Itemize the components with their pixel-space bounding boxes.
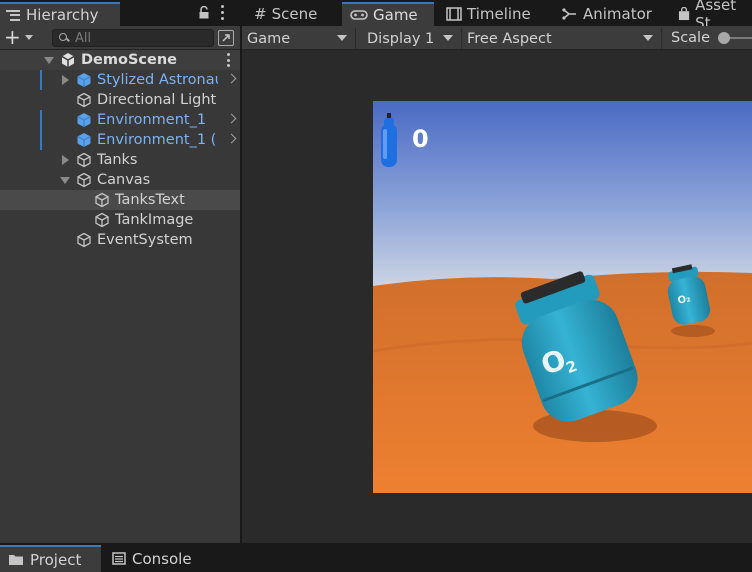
tab-project[interactable]: Project: [0, 545, 101, 572]
hierarchy-icon: [6, 9, 20, 21]
chevron-down-icon: [337, 35, 347, 41]
unity-scene-icon: [61, 53, 75, 67]
tab-console-label: Console: [132, 549, 192, 568]
display-dropdown[interactable]: Display 1: [362, 28, 462, 49]
gameobject-cube-icon: [95, 212, 109, 228]
hierarchy-item-label: Environment_1: [97, 112, 207, 128]
tab-console[interactable]: Console: [104, 545, 204, 572]
gameobject-cube-icon: [77, 232, 91, 248]
tab-animator[interactable]: Animator: [554, 2, 668, 26]
hierarchy-item[interactable]: Tanks: [0, 150, 240, 170]
tab-game[interactable]: Game: [342, 2, 434, 26]
aspect-value: Free Aspect: [467, 30, 552, 47]
prefab-cube-icon: [77, 73, 91, 87]
lock-icon[interactable]: [198, 6, 210, 19]
chevron-right-icon[interactable]: [226, 113, 237, 124]
tab-timeline-label: Timeline: [467, 5, 531, 23]
editor-tabbar: # Scene Game Timeline Animator Asset St: [242, 0, 752, 32]
gameobject-cube-icon: [77, 92, 91, 108]
chevron-right-icon[interactable]: [226, 133, 237, 144]
console-icon: [112, 552, 126, 565]
hierarchy-item[interactable]: Environment_1: [0, 110, 240, 130]
hierarchy-item-label: Directional Light: [97, 92, 217, 108]
hierarchy-panel: Hierarchy + DemoScene: [0, 0, 240, 543]
tab-scene-label: Scene: [271, 5, 318, 23]
scene-menu-icon[interactable]: [227, 53, 230, 67]
grid-icon: #: [254, 5, 267, 23]
hierarchy-item[interactable]: Directional Light: [0, 90, 240, 110]
hierarchy-item-label: Stylized Astronau: [97, 72, 218, 88]
scale-slider-thumb[interactable]: [718, 32, 730, 44]
hierarchy-item-label: Canvas: [97, 172, 151, 188]
prefab-override-marker: [40, 130, 42, 150]
hierarchy-menu-icon[interactable]: [220, 5, 224, 20]
hierarchy-tree: DemoScene Stylized Astronau Directional …: [0, 50, 240, 543]
add-object-button[interactable]: +: [4, 25, 42, 49]
bottom-tabbar: Project Console: [0, 543, 752, 572]
scene-name: DemoScene: [81, 52, 177, 68]
scene-row[interactable]: DemoScene: [0, 50, 240, 70]
chevron-down-icon: [643, 35, 653, 41]
shopping-bag-icon: [678, 7, 690, 21]
hierarchy-item[interactable]: Stylized Astronau: [0, 70, 240, 90]
hierarchy-item-label: Tanks: [97, 152, 138, 168]
tab-hierarchy-label: Hierarchy: [26, 6, 99, 24]
hierarchy-item-label: Environment_1 (1: [97, 132, 218, 148]
foldout-arrow-icon[interactable]: [44, 56, 54, 64]
display-value: Display 1: [367, 30, 435, 47]
prefab-override-marker: [40, 70, 42, 90]
foldout-arrow-icon[interactable]: [62, 155, 69, 165]
gameobject-cube-icon: [77, 152, 91, 168]
gameobject-cube-icon: [95, 192, 109, 208]
tab-animator-label: Animator: [583, 5, 652, 23]
tank-count-text: 0: [412, 125, 429, 153]
search-input[interactable]: [75, 30, 195, 46]
gameobject-cube-icon: [77, 172, 91, 188]
tab-hierarchy[interactable]: Hierarchy: [0, 2, 120, 26]
tab-game-label: Game: [373, 6, 418, 24]
foldout-arrow-icon[interactable]: [62, 75, 69, 85]
hierarchy-tabbar: Hierarchy: [0, 0, 240, 26]
plus-icon: +: [4, 25, 21, 49]
hierarchy-toolbar: +: [0, 26, 240, 50]
hierarchy-item[interactable]: TankImage: [0, 210, 240, 230]
prefab-cube-icon: [77, 133, 91, 147]
hierarchy-item[interactable]: Canvas: [0, 170, 240, 190]
chevron-down-icon: [443, 35, 453, 41]
hierarchy-item[interactable]: Environment_1 (1: [0, 130, 240, 150]
scale-label: Scale: [671, 30, 711, 46]
tab-timeline[interactable]: Timeline: [438, 2, 552, 26]
tab-asset-store[interactable]: Asset St: [670, 0, 752, 32]
aspect-dropdown[interactable]: Free Aspect: [462, 28, 662, 49]
chevron-down-icon: [24, 35, 33, 40]
tab-project-label: Project: [30, 550, 82, 569]
prefab-override-marker: [40, 110, 42, 130]
folder-icon: [9, 555, 23, 565]
hierarchy-item[interactable]: TanksText: [0, 190, 240, 210]
hierarchy-item[interactable]: EventSystem: [0, 230, 240, 250]
tab-scene[interactable]: # Scene: [246, 2, 342, 26]
scene-visibility-icon[interactable]: [218, 30, 234, 46]
hierarchy-search[interactable]: [52, 29, 214, 47]
display-mode-dropdown[interactable]: Game: [242, 28, 356, 49]
game-toolbar: Game Display 1 Free Aspect Scale: [242, 26, 752, 50]
foldout-arrow-icon[interactable]: [60, 176, 70, 184]
hierarchy-item-label: TankImage: [115, 212, 194, 228]
gamepad-icon: [350, 10, 368, 20]
game-viewport[interactable]: O 2 O₂: [373, 101, 752, 493]
animator-icon: [562, 8, 576, 20]
display-mode-value: Game: [247, 30, 291, 47]
search-icon: [59, 33, 69, 43]
hierarchy-item-label: TanksText: [115, 192, 185, 208]
hierarchy-item-label: EventSystem: [97, 232, 193, 248]
timeline-icon: [446, 7, 462, 21]
prefab-cube-icon: [77, 113, 91, 127]
chevron-right-icon[interactable]: [226, 73, 237, 84]
